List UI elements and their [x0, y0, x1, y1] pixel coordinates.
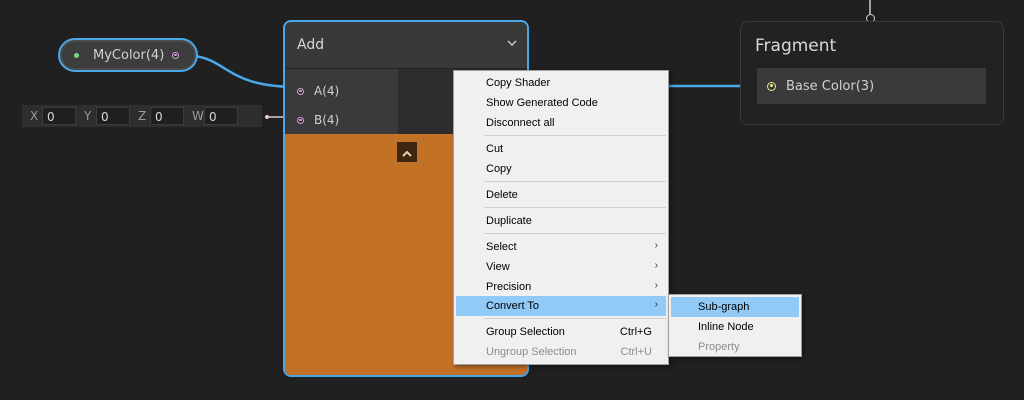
fragment-node-title: Fragment: [755, 36, 837, 56]
add-node-header[interactable]: Add: [285, 22, 527, 69]
menu-item-ungroup-selection: Ungroup Selection Ctrl+U: [456, 342, 666, 362]
submenu-item-property: Property: [671, 337, 799, 357]
vector-component-w: W 0: [192, 107, 238, 125]
menu-item-label: Copy Shader: [486, 77, 551, 89]
vector4-inline-field: X 0 Y 0 Z 0 W 0: [22, 105, 262, 127]
vector-component-x: X 0: [30, 107, 76, 125]
vector-input-y[interactable]: 0: [96, 107, 130, 125]
port-b-icon[interactable]: [297, 116, 304, 124]
menu-item-disconnect-all[interactable]: Disconnect all: [456, 113, 666, 133]
property-node-body: MyColor(4): [62, 42, 194, 68]
menu-item-label: Inline Node: [698, 321, 754, 333]
vector-label-x: X: [30, 109, 39, 123]
property-output-port[interactable]: [172, 51, 180, 59]
input-port-b[interactable]: B(4): [297, 113, 339, 127]
menu-item-group-selection[interactable]: Group Selection Ctrl+G: [456, 322, 666, 342]
menu-separator: [484, 233, 666, 234]
menu-item-label: Group Selection: [486, 326, 565, 338]
menu-item-label: Copy: [486, 163, 512, 175]
menu-item-delete[interactable]: Delete: [456, 185, 666, 205]
collapse-preview-button[interactable]: [397, 142, 417, 162]
menu-item-label: View: [486, 261, 510, 273]
menu-item-label: Convert To: [486, 300, 539, 312]
menu-separator: [484, 318, 666, 319]
menu-item-label: Select: [486, 241, 517, 253]
fragment-node[interactable]: Fragment Base Color(3): [740, 21, 1004, 125]
menu-separator: [484, 181, 666, 182]
vector-input-x[interactable]: 0: [42, 107, 76, 125]
port-a-icon[interactable]: [297, 87, 304, 95]
menu-item-show-generated-code[interactable]: Show Generated Code: [456, 93, 666, 113]
exposed-indicator-icon: [74, 52, 79, 58]
menu-separator: [484, 207, 666, 208]
menu-item-shortcut: Ctrl+U: [620, 346, 652, 358]
vector-input-w[interactable]: 0: [204, 107, 238, 125]
menu-item-view[interactable]: View ›: [456, 257, 666, 277]
menu-item-label: Sub-graph: [698, 301, 750, 313]
input-port-b-label: B(4): [314, 113, 340, 127]
vector-label-z: Z: [138, 109, 147, 123]
menu-item-label: Disconnect all: [486, 117, 555, 129]
property-node-mycolor[interactable]: MyColor(4): [58, 38, 198, 72]
menu-item-label: Property: [698, 341, 740, 353]
menu-item-convert-to[interactable]: Convert To ›: [456, 296, 666, 316]
vector-component-y: Y 0: [84, 107, 130, 125]
menu-item-copy-shader[interactable]: Copy Shader: [456, 73, 666, 93]
menu-item-label: Delete: [486, 189, 518, 201]
chevron-up-icon: [402, 143, 412, 162]
menu-item-label: Duplicate: [486, 215, 532, 227]
menu-item-cut[interactable]: Cut: [456, 139, 666, 159]
input-port-a-label: A(4): [314, 84, 340, 98]
menu-item-shortcut: Ctrl+G: [619, 326, 652, 338]
wire-mycolor-to-a: [181, 53, 299, 89]
chevron-right-icon: ›: [654, 240, 658, 251]
submenu-item-sub-graph[interactable]: Sub-graph: [671, 297, 799, 317]
menu-item-copy[interactable]: Copy: [456, 159, 666, 179]
vector-label-w: W: [192, 109, 204, 123]
menu-separator: [484, 135, 666, 136]
add-node-title: Add: [297, 37, 325, 53]
vector-output-port[interactable]: [265, 115, 269, 119]
property-node-label: MyColor(4): [93, 47, 165, 63]
menu-item-label: Show Generated Code: [486, 97, 598, 109]
menu-item-duplicate[interactable]: Duplicate: [456, 211, 666, 231]
submenu-item-inline-node[interactable]: Inline Node: [671, 317, 799, 337]
vector-input-z[interactable]: 0: [150, 107, 184, 125]
context-menu: Copy Shader Show Generated Code Disconne…: [453, 70, 669, 365]
chevron-down-icon[interactable]: [507, 36, 517, 50]
menu-item-precision[interactable]: Precision ›: [456, 277, 666, 297]
base-color-port[interactable]: Base Color(3): [757, 68, 986, 104]
base-color-port-icon[interactable]: [767, 81, 776, 91]
menu-item-label: Cut: [486, 143, 504, 155]
chevron-right-icon: ›: [654, 280, 658, 291]
input-port-a[interactable]: A(4): [297, 84, 339, 98]
convert-to-submenu: Sub-graph Inline Node Property: [668, 294, 802, 357]
chevron-right-icon: ›: [654, 260, 658, 271]
menu-item-label: Precision: [486, 281, 532, 293]
menu-item-label: Ungroup Selection: [486, 346, 577, 358]
vector-label-y: Y: [84, 109, 92, 123]
chevron-right-icon: ›: [654, 299, 658, 310]
base-color-label: Base Color(3): [786, 78, 875, 94]
add-node-inputs: A(4) B(4): [285, 69, 398, 135]
vector-component-z: Z 0: [138, 107, 184, 125]
menu-item-select[interactable]: Select ›: [456, 237, 666, 257]
